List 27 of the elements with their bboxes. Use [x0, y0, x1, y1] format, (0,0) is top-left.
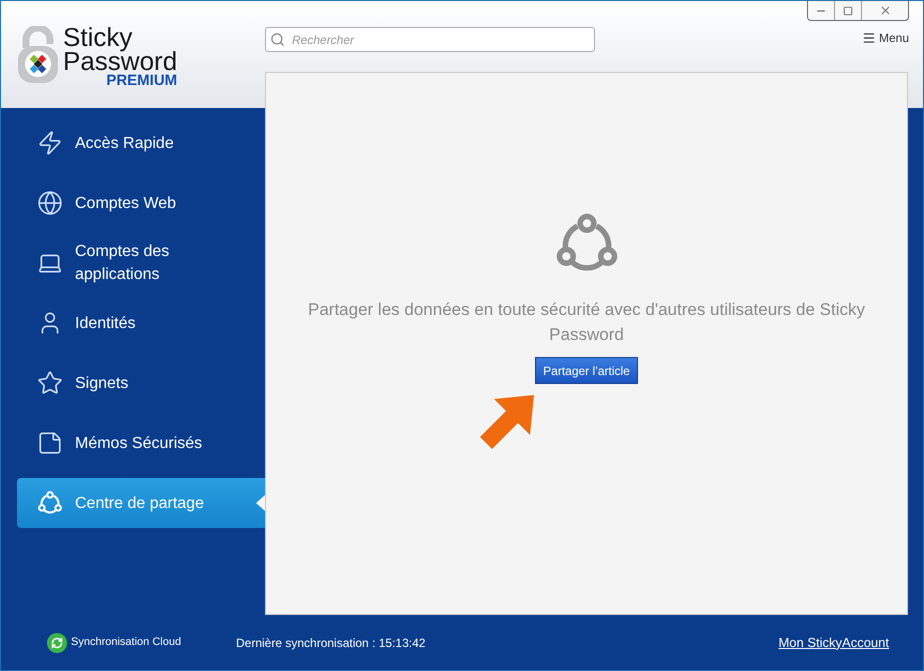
maximize-icon: [843, 6, 853, 16]
last-sync-text: Dernière synchronisation : 15:13:42: [236, 634, 426, 652]
search-icon: [270, 32, 285, 47]
sidebar-item[interactable]: Mémos Sécurisés: [17, 418, 265, 468]
globe-icon: [37, 190, 63, 216]
menu-button[interactable]: Menu: [862, 29, 909, 47]
refresh-icon: [51, 636, 63, 648]
sidebar-item[interactable]: Identités: [17, 298, 265, 348]
menu-icon: [862, 31, 876, 45]
close-icon: [878, 4, 892, 17]
star-icon: [37, 370, 63, 396]
sidebar-item[interactable]: Accès Rapide: [17, 118, 265, 168]
lightning-icon: [37, 130, 63, 156]
share-icon: [37, 490, 63, 516]
sidebar-item[interactable]: Signets: [17, 358, 265, 408]
edition-label: PREMIUM: [106, 73, 178, 88]
empty-message: Partager les données en toute sécurité avec d'autres utilisateurs de Sticky Password: [307, 299, 866, 346]
search-field[interactable]: Rechercher: [265, 27, 595, 52]
sidebar-item[interactable]: Comptes des applications: [17, 238, 265, 288]
account-link[interactable]: Mon StickyAccount: [778, 632, 889, 652]
note-icon: [37, 430, 63, 456]
arrow-icon: [478, 393, 536, 451]
share-button[interactable]: Partager l’article: [535, 357, 638, 384]
sync-label: Synchronisation Cloud: [71, 635, 182, 650]
logo-text: Sticky: [63, 25, 132, 49]
sidebar-item[interactable]: Comptes Web: [17, 178, 265, 228]
padlock-logo-icon: [17, 26, 59, 84]
